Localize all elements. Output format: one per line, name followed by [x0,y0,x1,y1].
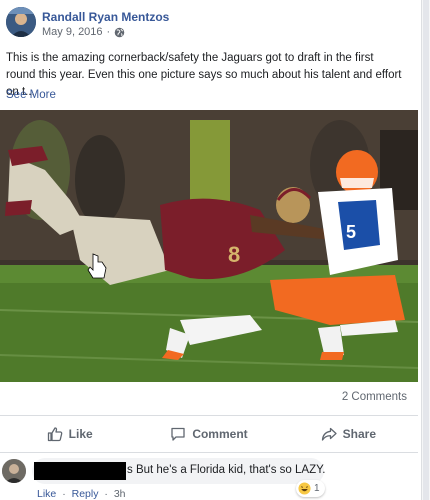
comment-reaction[interactable]: 1 [296,480,325,497]
comment-actions: Like · Reply · 3h [37,488,126,500]
comments-count-link[interactable]: 2 Comments [342,391,407,403]
author-name[interactable]: Randall Ryan Mentzos [42,10,169,24]
svg-text:5: 5 [346,222,356,242]
share-icon [321,427,337,441]
author-avatar-image [6,7,36,37]
divider [0,452,418,453]
share-label: Share [342,427,376,441]
comment-label: Comment [192,427,248,441]
post-text: This is the amazing cornerback/safety th… [6,52,402,98]
see-more-link[interactable]: See More [6,89,56,101]
comment-button[interactable]: Comment [139,416,278,452]
reaction-count: 1 [314,483,320,494]
comment-like-link[interactable]: Like [37,488,56,500]
post-date[interactable]: May 9, 2016 [42,26,103,38]
commenter-avatar[interactable] [2,459,26,483]
post-photo[interactable]: 8 5 [0,110,418,382]
comment-bubble: s But he's a Florida kid, that's so LAZY… [32,458,326,484]
comment-action-separator: · [104,488,108,500]
share-button[interactable]: Share [279,416,418,452]
comment-text: s But he's a Florida kid, that's so LAZY… [127,464,326,476]
comment-reply-link[interactable]: Reply [72,488,99,500]
post-header: Randall Ryan Mentzos May 9, 2016 · [0,0,422,45]
svg-text:8: 8 [228,242,240,267]
thumbs-up-icon [47,427,62,442]
meta-separator: · [106,26,111,38]
post-meta: May 9, 2016 · [42,26,125,38]
haha-icon [298,482,311,495]
commenter-avatar-image [2,459,26,483]
comment-icon [171,427,185,441]
author-avatar[interactable] [6,7,36,37]
globe-icon [114,27,125,38]
football-tackle-photo: 8 5 [0,110,418,382]
post-actions: Like Comment Share [0,416,418,452]
like-button[interactable]: Like [0,416,139,452]
comment-time[interactable]: 3h [114,488,126,500]
comment-item: s But he's a Florida kid, that's so LAZY… [0,456,418,500]
facebook-post: Randall Ryan Mentzos May 9, 2016 · This … [0,0,422,500]
scrollbar-thumb[interactable] [423,0,429,500]
comment-action-separator: · [62,488,66,500]
redacted-name [34,462,126,480]
like-label: Like [68,427,93,441]
scrollbar[interactable] [422,0,430,500]
